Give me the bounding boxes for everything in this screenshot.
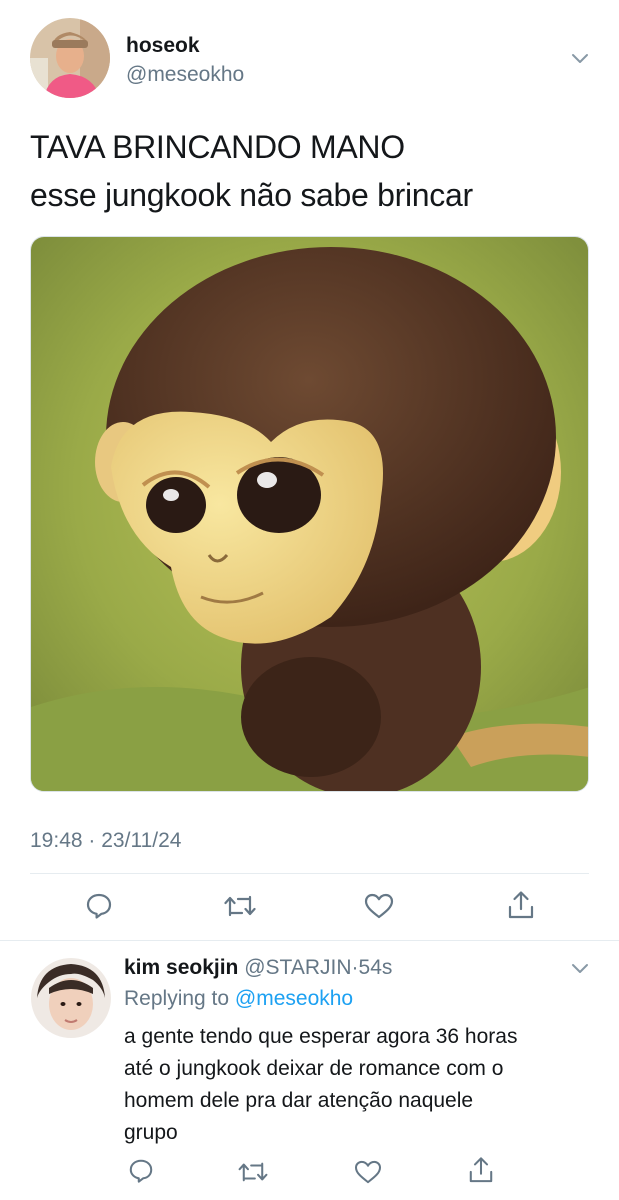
chevron-down-icon[interactable] [571, 962, 588, 976]
tweet-text-line: TAVA BRINCANDO MANO [30, 129, 405, 165]
replying-prefix: Replying to [124, 987, 230, 1010]
reply-header: kim seokjin @STARJIN·54s [124, 956, 392, 980]
meta-separator: · [88, 829, 96, 852]
share-icon[interactable] [507, 890, 535, 920]
reply-text-line: homem dele pra dar atenção naquele [124, 1089, 474, 1112]
author-handle[interactable]: @meseokho [126, 63, 244, 87]
divider [30, 873, 589, 874]
tweet-text-line: esse jungkook não sabe brincar [30, 177, 473, 213]
like-icon[interactable] [354, 1160, 382, 1184]
tweet-image[interactable] [30, 236, 589, 792]
avatar[interactable] [31, 958, 111, 1038]
reply-text-line: grupo [124, 1121, 178, 1144]
replying-to: Replying to @meseokho [124, 987, 353, 1011]
replying-handle-link[interactable]: @meseokho [235, 987, 353, 1010]
reply-text-line: a gente tendo que esperar agora 36 horas [124, 1025, 518, 1048]
avatar[interactable] [30, 18, 110, 98]
author-name[interactable]: hoseok [126, 34, 200, 58]
share-icon[interactable] [468, 1156, 494, 1184]
reply-icon[interactable] [128, 1158, 154, 1184]
tweet-timestamp[interactable]: 19:48 · 23/11/24 [30, 829, 181, 853]
meta-separator: · [351, 956, 359, 979]
like-icon[interactable] [364, 893, 394, 919]
reply-text: a gente tendo que esperar agora 36 horas… [124, 1021, 517, 1149]
tweet-date: 23/11/24 [101, 829, 182, 852]
reply-time[interactable]: 54s [359, 956, 393, 979]
author-handle[interactable]: @STARJIN [244, 956, 351, 979]
divider [0, 940, 619, 941]
retweet-icon[interactable] [224, 893, 256, 919]
tweet-time: 19:48 [30, 829, 83, 852]
author-name[interactable]: kim seokjin [124, 956, 238, 979]
retweet-icon[interactable] [238, 1160, 268, 1184]
reply-icon[interactable] [85, 892, 113, 920]
chevron-down-icon[interactable] [571, 52, 588, 66]
reply-text-line: até o jungkook deixar de romance com o [124, 1057, 504, 1080]
